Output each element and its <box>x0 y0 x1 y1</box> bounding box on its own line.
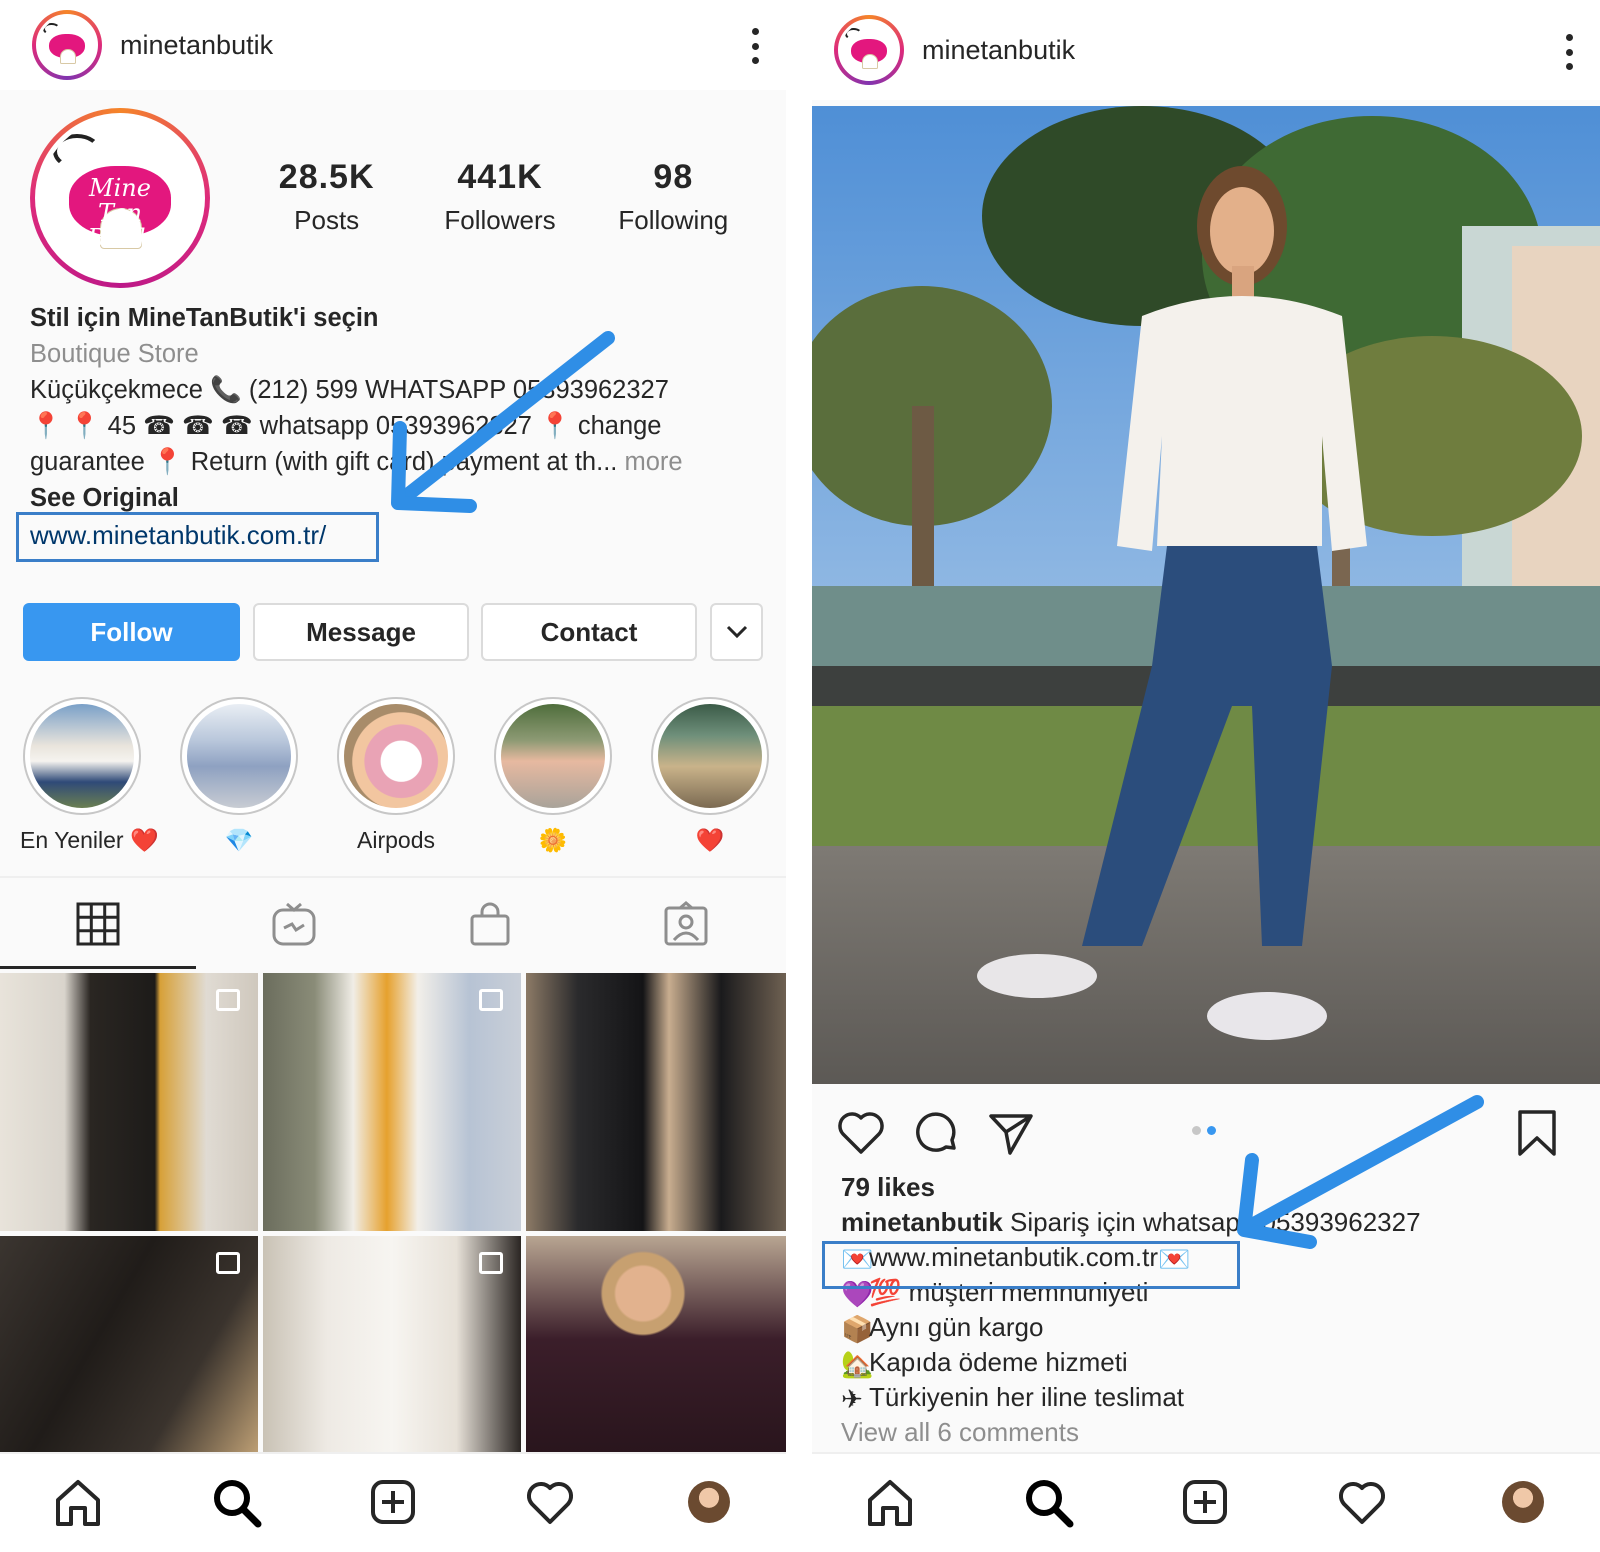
profile-stats: 28.5K Posts 441K Followers 98 Following <box>240 158 760 236</box>
new-post-icon[interactable] <box>1177 1474 1233 1530</box>
grid-post[interactable] <box>263 1236 521 1466</box>
like-count[interactable]: 79 likes <box>841 1170 1581 1205</box>
airplane-icon: ✈ <box>841 1384 863 1414</box>
activity-heart-icon[interactable] <box>522 1474 578 1530</box>
story-highlights: En Yeniler ❤️ 💎 Airpods 🌼 ❤️ <box>0 697 786 857</box>
follow-button[interactable]: Follow <box>23 603 240 661</box>
bottom-navigation <box>0 1452 786 1552</box>
package-icon: 📦 <box>841 1314 874 1344</box>
post-screen: minetanbutik 79 likes minetanbutik Sipar… <box>812 0 1600 1552</box>
post-image[interactable] <box>812 106 1600 1084</box>
highlight-item[interactable]: Airpods <box>334 697 458 854</box>
bio-line: guarantee 📍 Return (with gift card) paym… <box>30 448 683 476</box>
see-original-link[interactable]: See Original <box>30 480 770 516</box>
bookmark-icon[interactable] <box>1512 1108 1562 1158</box>
post-username[interactable]: minetanbutik <box>922 35 1075 66</box>
logo-text: Mine Tan Butik <box>87 173 153 252</box>
grid-post[interactable] <box>0 1236 258 1466</box>
post-details: 79 likes minetanbutik Sipariş için whats… <box>841 1170 1581 1450</box>
caption-line: 🏡Kapıda ödeme hizmeti <box>841 1347 1128 1379</box>
active-tab-indicator <box>0 966 196 969</box>
home-icon[interactable] <box>862 1474 918 1530</box>
caption-line: ✈ Türkiyenin her iline teslimat <box>841 1382 1185 1414</box>
suggested-accounts-button[interactable] <box>710 603 763 661</box>
screen-divider <box>786 0 812 1552</box>
new-post-icon[interactable] <box>365 1474 421 1530</box>
bio-more-link[interactable]: more <box>624 448 682 476</box>
highlight-item[interactable]: En Yeniler ❤️ <box>20 697 159 854</box>
caption-username[interactable]: minetanbutik <box>841 1207 1003 1237</box>
profile-top-bar: minetanbutik <box>0 0 786 90</box>
highlight-item[interactable]: 💎 <box>177 697 301 854</box>
grid-post[interactable] <box>526 1236 786 1466</box>
post-actions <box>812 1100 1600 1170</box>
message-button[interactable]: Message <box>253 603 469 661</box>
bottom-navigation <box>812 1452 1600 1552</box>
profile-screen: minetanbutik Mine Tan Butik 28.5K Posts … <box>0 0 786 1552</box>
profile-avatar[interactable] <box>688 1481 730 1523</box>
house-icon: 🏡 <box>841 1349 874 1379</box>
profile-tabs <box>0 876 786 972</box>
grid-icon[interactable] <box>74 900 122 948</box>
bio-website-link[interactable]: www.minetanbutik.com.tr/ <box>30 520 326 551</box>
carousel-indicator <box>1192 1126 1216 1135</box>
profile-bio: Stil için MineTanButik'i seçin Boutique … <box>30 300 770 516</box>
comment-icon[interactable] <box>912 1108 962 1158</box>
profile-username: minetanbutik <box>120 29 274 60</box>
contact-button[interactable]: Contact <box>481 603 697 661</box>
header-avatar[interactable] <box>32 10 102 80</box>
igtv-icon[interactable] <box>270 900 318 948</box>
bio-line: Küçükçekmece 📞 (212) 599 WHATSAPP 053939… <box>30 376 669 404</box>
activity-heart-icon[interactable] <box>1334 1474 1390 1530</box>
bio-line: 📍 📍 45 ☎ ☎ ☎ whatsapp 05393962327 📍 chan… <box>30 412 662 440</box>
caption-line: 📦Aynı gün kargo <box>841 1312 1044 1344</box>
chevron-down-icon <box>726 625 747 639</box>
search-icon[interactable] <box>1020 1474 1076 1530</box>
post-top-bar: minetanbutik <box>812 0 1600 100</box>
search-icon[interactable] <box>208 1474 264 1530</box>
bio-category: Boutique Store <box>30 340 199 368</box>
highlight-item[interactable]: ❤️ <box>648 697 772 854</box>
share-icon[interactable] <box>986 1108 1036 1158</box>
more-options-icon[interactable] <box>750 28 760 64</box>
caption-url-highlight-box <box>822 1241 1240 1289</box>
bio-name: Stil için MineTanButik'i seçin <box>30 304 379 332</box>
view-comments-link[interactable]: View all 6 comments <box>841 1415 1581 1450</box>
home-icon[interactable] <box>50 1474 106 1530</box>
profile-picture[interactable]: Mine Tan Butik <box>30 108 210 288</box>
grid-post[interactable] <box>0 973 258 1231</box>
tagged-icon[interactable] <box>662 900 710 948</box>
more-options-icon[interactable] <box>1564 34 1574 70</box>
shopping-bag-icon[interactable] <box>466 900 514 948</box>
highlight-item[interactable]: 🌼 <box>491 697 615 854</box>
grid-post[interactable] <box>263 973 521 1231</box>
following-stat[interactable]: 98 Following <box>587 158 760 236</box>
profile-avatar[interactable] <box>1502 1481 1544 1523</box>
post-author-avatar[interactable] <box>834 15 904 85</box>
like-heart-icon[interactable] <box>836 1108 886 1158</box>
posts-stat[interactable]: 28.5K Posts <box>240 158 413 236</box>
followers-stat[interactable]: 441K Followers <box>413 158 586 236</box>
post-caption: minetanbutik Sipariş için whatsapp 05393… <box>841 1207 1421 1237</box>
grid-post[interactable] <box>526 973 786 1231</box>
